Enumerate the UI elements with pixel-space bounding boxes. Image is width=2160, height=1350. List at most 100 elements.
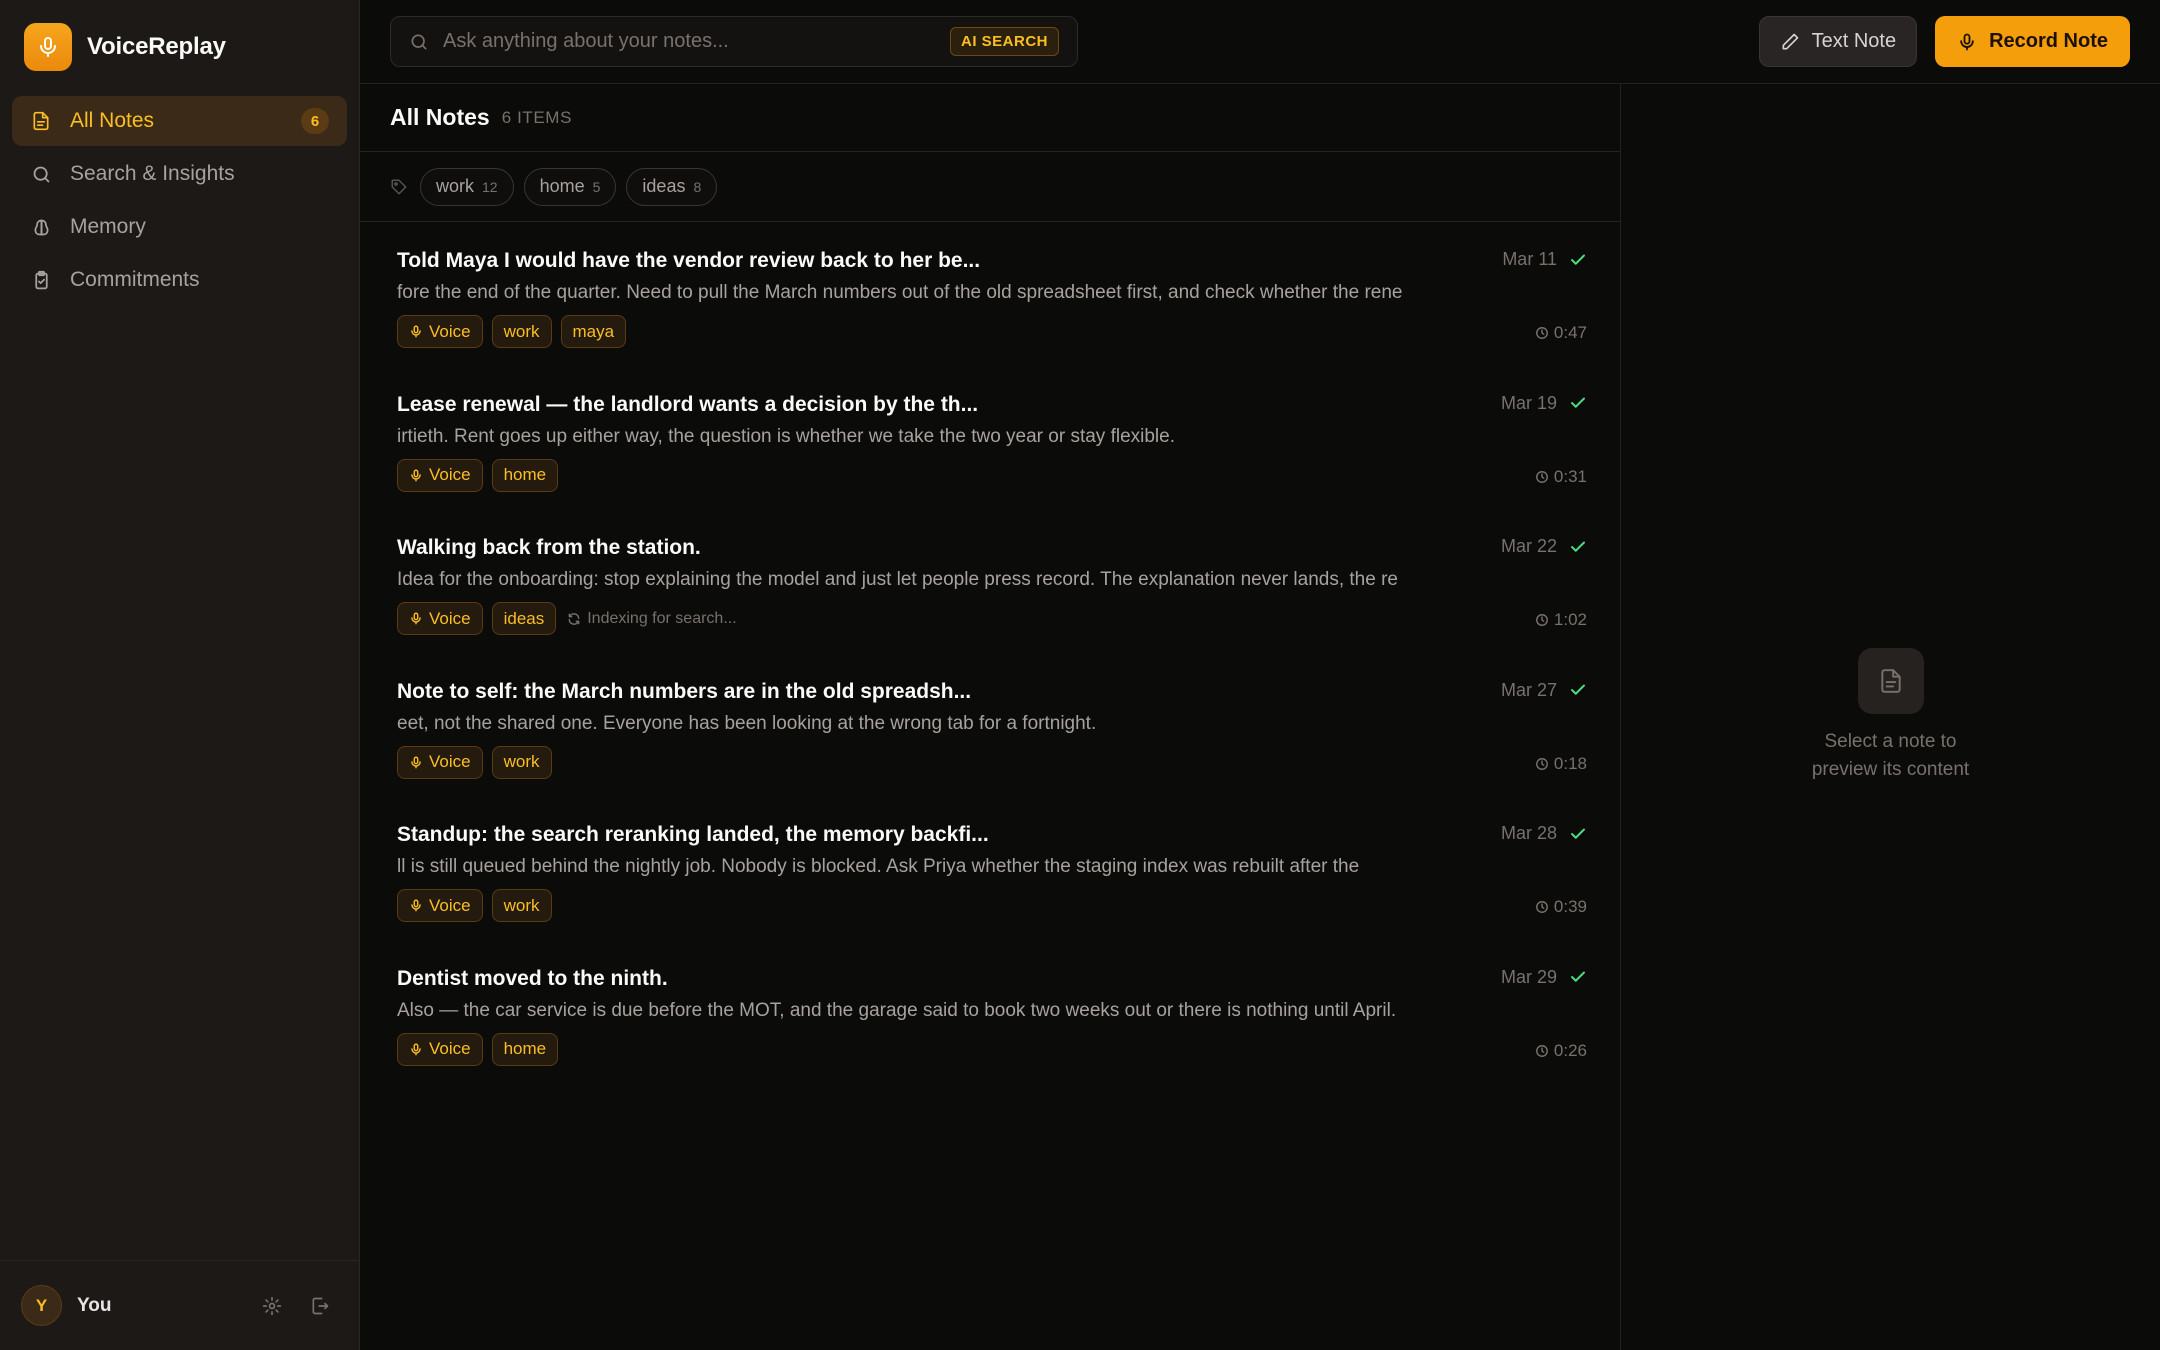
note-meta: Mar 28 (1501, 823, 1587, 844)
duration-value: 0:47 (1553, 323, 1587, 342)
clock-icon (1535, 613, 1549, 627)
top-actions: Text Note Record Note (1758, 16, 2130, 67)
list-header: All Notes 6 ITEMS (360, 84, 1620, 152)
note-tags: Voice work (397, 745, 561, 779)
note-tag[interactable]: work (491, 889, 552, 922)
tag-icon (390, 178, 408, 196)
text-note-button[interactable]: Text Note (1758, 16, 1918, 67)
search-icon (30, 163, 52, 185)
user-name: You (77, 1294, 112, 1316)
sidebar: VoiceReplay All Notes 6 Search & Insight… (0, 0, 360, 1350)
clock-icon (1535, 326, 1549, 340)
note-list-item[interactable]: Told Maya I would have the vendor review… (360, 235, 1620, 379)
duration-value: 0:39 (1553, 897, 1587, 916)
duration-value: 0:31 (1553, 466, 1587, 486)
note-list-item[interactable]: Standup: the search reranking landed, th… (360, 809, 1620, 953)
chip-count: 8 (693, 178, 702, 195)
brain-icon (30, 216, 52, 238)
note-title: Note to self: the March numbers are in t… (397, 679, 972, 703)
note-tag[interactable]: work (491, 745, 552, 779)
sidebar-item-label: All Notes (70, 109, 155, 132)
document-icon (1857, 648, 1924, 714)
chip-label: ideas (642, 176, 686, 196)
note-tag[interactable]: home (491, 1032, 559, 1066)
note-tag[interactable]: home (491, 458, 559, 492)
note-title: Walking back from the station. (397, 536, 701, 559)
note-duration: 0:47 (1535, 323, 1587, 343)
voice-type-tag: Voice (397, 458, 483, 492)
chip-label: work (436, 176, 475, 196)
duration-value: 0:26 (1553, 1040, 1587, 1060)
note-tag[interactable]: work (491, 315, 552, 348)
tag-label: Voice (429, 465, 471, 484)
note-tag[interactable]: ideas (491, 602, 557, 635)
refresh-icon (567, 612, 581, 626)
check-icon (1569, 681, 1587, 699)
preview-empty-text: Select a note to preview its content (1811, 731, 1970, 780)
note-duration: 0:18 (1535, 754, 1587, 774)
items-count: 6 ITEMS (501, 107, 573, 127)
notes-list-pane: All Notes 6 ITEMS work 12 home 5 ideas 8… (360, 84, 1621, 1350)
filter-chip-work[interactable]: work 12 (420, 167, 514, 206)
sidebar-item-memory[interactable]: Memory (12, 202, 347, 252)
main-area: AI SEARCH Text Note (360, 0, 2160, 1350)
avatar[interactable]: Y (21, 1285, 62, 1326)
voice-type-tag: Voice (397, 602, 483, 635)
note-excerpt: irtieth. Rent goes up either way, the qu… (397, 425, 1175, 447)
note-meta: Mar 29 (1501, 967, 1587, 988)
filter-chip-ideas[interactable]: ideas 8 (626, 167, 718, 206)
note-date: Mar 19 (1500, 392, 1557, 413)
brand[interactable]: VoiceReplay (0, 0, 359, 94)
logout-icon[interactable] (302, 1288, 338, 1324)
note-date: Mar 22 (1500, 536, 1557, 556)
ai-search-badge: AI SEARCH (949, 27, 1059, 56)
note-title: Standup: the search reranking landed, th… (397, 823, 989, 846)
check-icon (1569, 538, 1587, 556)
sidebar-nav: All Notes 6 Search & Insights Memory Com… (0, 94, 359, 308)
tag-label: Voice (429, 321, 471, 341)
note-excerpt: fore the end of the quarter. Need to pul… (397, 282, 1403, 303)
user-bar: Y You (0, 1260, 359, 1350)
microphone-icon (409, 898, 423, 913)
search-box[interactable]: AI SEARCH (390, 16, 1078, 67)
note-date: Mar 28 (1500, 823, 1557, 843)
filter-chip-home[interactable]: home 5 (523, 167, 617, 206)
tag-label: Voice (429, 752, 471, 771)
tag-label: Voice (429, 608, 471, 628)
note-meta: Mar 11 (1502, 249, 1587, 270)
tag-label: Voice (429, 895, 471, 915)
note-list-item[interactable]: Note to self: the March numbers are in t… (360, 666, 1620, 810)
sidebar-item-all-notes[interactable]: All Notes 6 (12, 96, 347, 146)
note-excerpt: eet, not the shared one. Everyone has be… (397, 712, 1097, 734)
clipboard-check-icon (30, 269, 52, 291)
chip-count: 12 (482, 178, 498, 195)
microphone-icon (409, 468, 423, 483)
record-note-label: Record Note (1989, 30, 2108, 52)
file-text-icon (30, 110, 52, 132)
content: All Notes 6 ITEMS work 12 home 5 ideas 8… (360, 84, 2160, 1350)
note-tag[interactable]: maya (560, 315, 627, 348)
record-note-button[interactable]: Record Note (1935, 16, 2130, 67)
note-title: Lease renewal — the landlord wants a dec… (397, 392, 979, 416)
clock-icon (1535, 1044, 1549, 1058)
note-duration: 0:31 (1535, 467, 1587, 487)
microphone-icon (409, 324, 423, 339)
voice-type-tag: Voice (397, 1032, 483, 1066)
note-date: Mar 29 (1500, 966, 1557, 987)
microphone-logo-icon (24, 23, 72, 71)
note-list-item[interactable]: Walking back from the station. Mar 22 Id… (360, 522, 1620, 666)
page-title: All Notes (390, 104, 490, 130)
duration-value: 0:18 (1553, 753, 1587, 773)
tag-label: Voice (429, 1039, 471, 1058)
sidebar-item-search-insights[interactable]: Search & Insights (12, 149, 347, 199)
note-list-item[interactable]: Dentist moved to the ninth. Mar 29 Also … (360, 953, 1620, 1097)
top-bar: AI SEARCH Text Note (360, 0, 2160, 84)
note-duration: 0:39 (1535, 897, 1587, 917)
note-tags: Voice ideas Indexing for search... (397, 602, 737, 635)
sidebar-item-commitments[interactable]: Commitments (12, 255, 347, 305)
settings-gear-icon[interactable] (254, 1288, 290, 1324)
sidebar-item-label: Commitments (70, 268, 200, 291)
voice-type-tag: Voice (397, 889, 483, 922)
note-list-item[interactable]: Lease renewal — the landlord wants a dec… (360, 379, 1620, 523)
search-input[interactable] (443, 30, 950, 53)
